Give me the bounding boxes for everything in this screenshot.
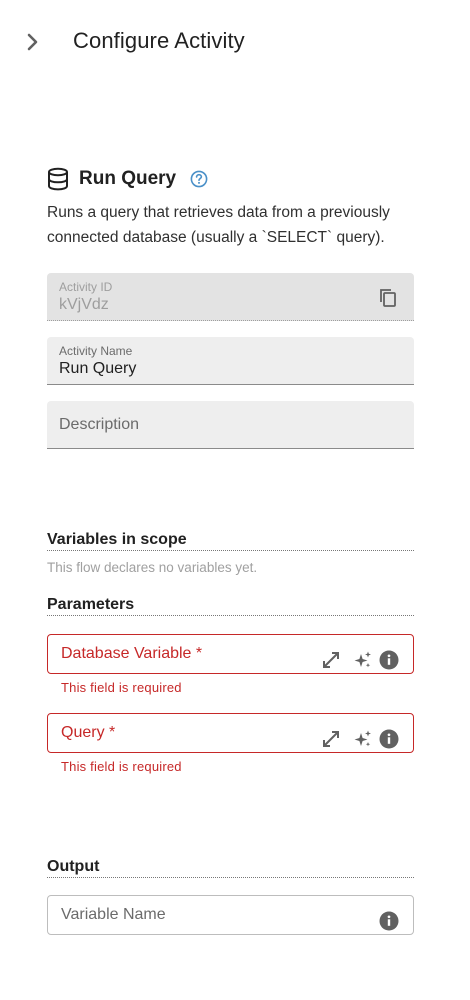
page-title: Configure Activity [73,28,245,53]
activity-title: Run Query [79,168,177,189]
sparkle-icon[interactable] [352,649,374,671]
sparkle-icon[interactable] [352,728,374,750]
header: Configure Activity [0,0,470,84]
activity-id-value: kVjVdz [59,296,109,313]
info-icon[interactable] [378,728,400,750]
expand-icon[interactable] [320,728,342,750]
info-icon[interactable] [378,910,400,932]
activity-name-label: Activity Name [59,344,133,358]
query-error: This field is required [61,759,182,774]
copy-icon[interactable] [378,287,398,309]
query-label: Query * [61,724,116,741]
query-field[interactable]: Query * [47,713,414,753]
help-circle-icon[interactable] [190,170,208,188]
info-icon[interactable] [378,649,400,671]
database-variable-label: Database Variable * [61,645,203,662]
activity-id-field: Activity ID kVjVdz [47,273,414,321]
activity-id-label: Activity ID [59,280,113,294]
description-field[interactable]: Description [47,401,414,449]
activity-heading: Run Query [47,165,417,193]
variables-section-title: Variables in scope [47,531,414,551]
expand-icon[interactable] [320,649,342,671]
database-icon [47,166,71,192]
database-variable-field[interactable]: Database Variable * [47,634,414,674]
activity-name-field[interactable]: Activity Name Run Query [47,337,414,385]
activity-name-value[interactable]: Run Query [59,360,136,378]
description-placeholder: Description [59,416,140,433]
activity-description: Runs a query that retrieves data from a … [47,204,390,246]
variables-note: This flow declares no variables yet. [47,560,258,575]
variable-name-label: Variable Name [61,906,166,923]
chevron-right-icon[interactable] [22,30,44,54]
database-variable-error: This field is required [61,680,182,695]
output-section-title: Output [47,858,414,878]
variable-name-field[interactable]: Variable Name [47,895,414,935]
parameters-section-title: Parameters [47,596,414,616]
